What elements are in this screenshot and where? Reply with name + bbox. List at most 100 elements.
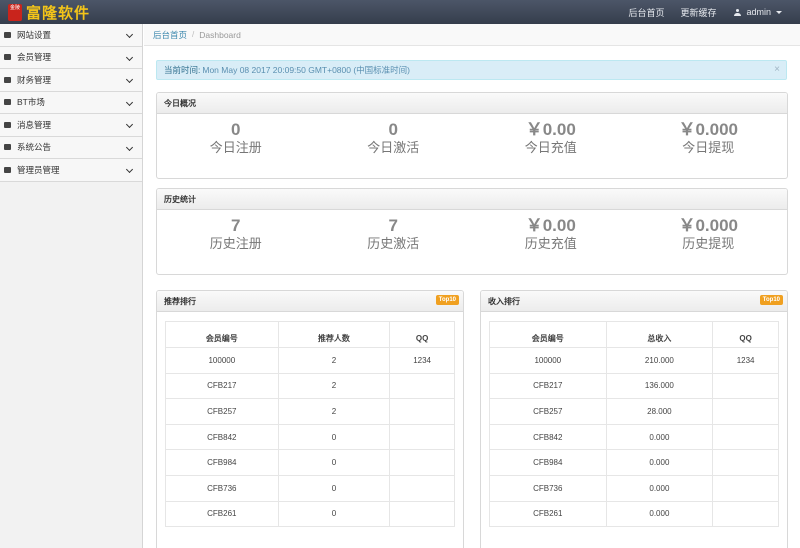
cell-referral-count: 0 (277, 474, 391, 502)
cell-member-id: CFB257 (165, 398, 279, 425)
table-row: CFB261 0.000 (489, 500, 779, 528)
cell-total-income: 0.000 (605, 423, 714, 451)
stat-value: 7 (388, 216, 398, 235)
panel-title: 推荐排行 (164, 296, 196, 306)
stat-today-withdrawal: ￥0.000 今日提现 (630, 114, 788, 177)
cell-member-id: CFB261 (165, 500, 279, 528)
stat-value: 0 (231, 120, 241, 139)
panel-title: 收入排行 (488, 296, 520, 306)
sidebar-item-label: 系统公告 (17, 142, 52, 153)
sidebar-item-label: 管理员管理 (17, 164, 60, 175)
chevron-down-icon (125, 143, 134, 151)
sidebar-item-announcements[interactable]: 系统公告 (0, 136, 142, 159)
stat-today-registrations: 0 今日注册 (157, 114, 315, 177)
sidebar-item-finance[interactable]: 财务管理 (0, 69, 142, 92)
column-header: 总收入 (605, 321, 714, 348)
column-header: 推荐人数 (277, 321, 391, 348)
stat-label: 历史提现 (682, 236, 735, 251)
cell-qq (389, 372, 455, 400)
table-row: CFB842 0 (165, 423, 455, 451)
cell-member-id: CFB217 (165, 372, 279, 400)
link-icon (4, 144, 11, 151)
envelope-icon (4, 121, 11, 128)
sidebar: 网站设置 会员管理 财务管理 BT市场 消息管理 系统公告 管理员管理 (0, 24, 143, 548)
cell-member-id: CFB842 (165, 423, 279, 451)
stat-label: 今日提现 (682, 140, 735, 155)
table-row: CFB217 2 (165, 372, 455, 400)
column-header: QQ (712, 321, 779, 348)
cell-referral-count: 0 (277, 423, 391, 451)
stat-value: 7 (231, 216, 241, 235)
top-navbar: 金陵 富隆软件 后台首页 更新缓存 admin (0, 0, 800, 24)
close-icon[interactable]: × (774, 64, 780, 75)
cell-qq: 1234 (712, 347, 779, 374)
stat-history-activations: 7 历史激活 (315, 210, 473, 273)
stat-label: 今日充值 (524, 140, 577, 155)
top10-badge: Top10 (759, 295, 783, 305)
cell-referral-count: 0 (277, 449, 391, 476)
logo[interactable]: 金陵 富隆软件 (0, 0, 90, 24)
cell-member-id: CFB257 (489, 398, 607, 425)
history-stats: 7 历史注册 7 历史激活 ￥0.00 历史充值 ￥0.000 历史提现 (157, 210, 787, 273)
current-time-alert: 当前时间: Mon May 08 2017 20:09:50 GMT+0800 … (156, 60, 787, 80)
stat-value: 0 (388, 120, 398, 139)
cell-total-income: 136.000 (605, 372, 714, 400)
cell-total-income: 0.000 (605, 474, 714, 502)
cell-member-id: 100000 (165, 347, 279, 374)
chevron-down-icon (125, 98, 134, 106)
cell-referral-count: 2 (277, 347, 391, 374)
table-row: CFB257 28.000 (489, 398, 779, 425)
column-header: 会员编号 (489, 321, 607, 348)
cell-qq (389, 449, 455, 476)
referral-ranking-panel: 推荐排行 Top10 会员编号 推荐人数 QQ 100000 2 1234 CFB2… (156, 290, 464, 548)
sidebar-item-label: 网站设置 (17, 29, 52, 40)
stat-label: 历史激活 (367, 236, 420, 251)
caret-down-icon (776, 10, 782, 14)
chevron-down-icon (125, 30, 134, 39)
stat-today-activations: 0 今日激活 (315, 114, 473, 177)
column-header: 会员编号 (165, 321, 279, 348)
income-ranking-panel: 收入排行 Top10 会员编号 总收入 QQ 100000 210.000 1234… (480, 290, 788, 548)
alert-label: 当前时间: (164, 65, 201, 75)
cell-member-id: CFB736 (165, 474, 279, 502)
panel-title: 历史统计 (157, 189, 787, 210)
breadcrumb-separator: / (192, 30, 195, 39)
income-ranking-table: 会员编号 总收入 QQ 100000 210.000 1234 CFB217 136.… (489, 321, 779, 528)
stat-history-recharge: ￥0.00 历史充值 (472, 210, 630, 273)
mail-icon (4, 99, 11, 106)
panel-header: 推荐排行 Top10 (157, 291, 463, 312)
stat-label: 历史注册 (209, 236, 262, 251)
cell-qq (712, 449, 779, 476)
stat-label: 今日激活 (367, 140, 420, 155)
cell-member-id: CFB984 (489, 449, 607, 476)
nav-refresh-cache-link[interactable]: 更新缓存 (672, 6, 724, 19)
cell-qq (389, 423, 455, 451)
history-stats-panel: 历史统计 7 历史注册 7 历史激活 ￥0.00 历史充值 ￥0.000 历史提… (156, 188, 788, 275)
chevron-down-icon (125, 120, 134, 129)
nav-dashboard-link[interactable]: 后台首页 (620, 6, 672, 19)
logo-text: 富隆软件 (26, 3, 91, 22)
sidebar-item-label: 会员管理 (17, 52, 52, 63)
chevron-down-icon (125, 75, 134, 84)
cell-member-id: CFB261 (489, 500, 607, 528)
sidebar-item-messages[interactable]: 消息管理 (0, 114, 142, 137)
column-header: QQ (389, 321, 455, 348)
cell-referral-count: 2 (277, 372, 391, 400)
cell-qq (389, 500, 455, 528)
table-row: 100000 210.000 1234 (489, 347, 779, 374)
table-row: CFB217 136.000 (489, 372, 779, 400)
breadcrumb: 后台首页 / Dashboard (144, 24, 800, 46)
sidebar-item-label: 财务管理 (17, 74, 52, 85)
today-overview-panel: 今日概况 0 今日注册 0 今日激活 ￥0.00 今日充值 ￥0.000 今日提… (156, 92, 788, 179)
cell-qq (712, 398, 779, 425)
cell-referral-count: 0 (277, 500, 391, 528)
sidebar-item-admins[interactable]: 管理员管理 (0, 159, 142, 182)
user-menu[interactable]: admin (724, 7, 800, 17)
sidebar-item-site-settings[interactable]: 网站设置 (0, 24, 142, 47)
cell-total-income: 0.000 (605, 449, 714, 476)
breadcrumb-home-link[interactable]: 后台首页 (153, 29, 187, 41)
cell-qq (712, 500, 779, 528)
referral-ranking-table: 会员编号 推荐人数 QQ 100000 2 1234 CFB217 2 CFB257 2… (165, 321, 455, 528)
sidebar-item-bt-market[interactable]: BT市场 (0, 91, 142, 114)
sidebar-item-members[interactable]: 会员管理 (0, 46, 142, 69)
